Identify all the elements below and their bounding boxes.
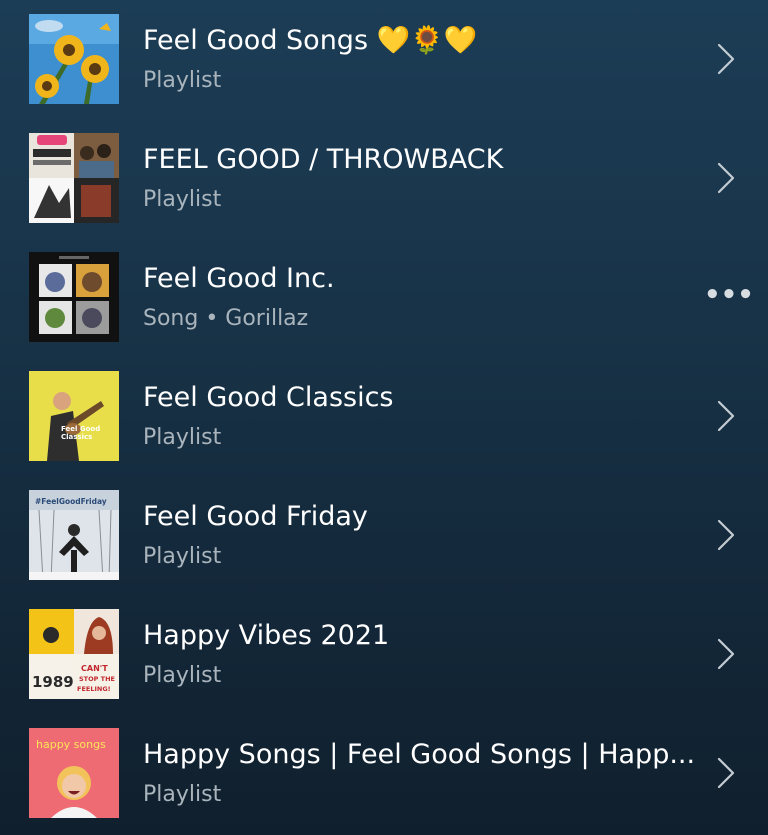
playlist-cover-image bbox=[29, 133, 119, 223]
result-title: Happy Vibes 2021 bbox=[143, 620, 390, 651]
playlist-cover-image: #FeelGoodFriday bbox=[29, 490, 119, 580]
playlist-cover-image: 1989 CAN'T STOP THE FEELING! bbox=[29, 609, 119, 699]
playlist-cover-image bbox=[29, 14, 119, 104]
playlist-cover-image: happy songs bbox=[29, 728, 119, 818]
svg-text:STOP THE: STOP THE bbox=[79, 675, 115, 683]
result-subtitle: Playlist bbox=[143, 68, 222, 93]
result-title: Feel Good Classics bbox=[143, 382, 394, 413]
result-row-feel-good-songs[interactable]: Feel Good Songs 💛🌻💛 Playlist bbox=[0, 0, 768, 118]
gorillaz-cover-art bbox=[29, 252, 119, 342]
cover-text-classics: Feel Good bbox=[61, 425, 100, 433]
result-row-feel-good-throwback[interactable]: FEEL GOOD / THROWBACK Playlist bbox=[0, 119, 768, 237]
playlist-cover-image: Feel Good Classics bbox=[29, 371, 119, 461]
result-subtitle: Playlist bbox=[143, 425, 222, 450]
chevron-right-icon[interactable] bbox=[712, 41, 740, 77]
classics-cover-art: Feel Good Classics bbox=[29, 371, 119, 461]
result-row-feel-good-inc[interactable]: Feel Good Inc. Song • Gorillaz ••• bbox=[0, 238, 768, 356]
happy-songs-cover-art: happy songs bbox=[29, 728, 119, 818]
result-title: Feel Good Inc. bbox=[143, 263, 335, 294]
chevron-right-icon[interactable] bbox=[712, 636, 740, 672]
result-title: Feel Good Songs 💛🌻💛 bbox=[143, 25, 478, 56]
sunflowers-cover-art bbox=[29, 14, 119, 104]
result-row-happy-vibes-2021[interactable]: 1989 CAN'T STOP THE FEELING! Happy Vibes… bbox=[0, 595, 768, 713]
result-title: Feel Good Friday bbox=[143, 501, 368, 532]
friday-cover-art: #FeelGoodFriday bbox=[29, 490, 119, 580]
search-results-list: Feel Good Songs 💛🌻💛 Playlist FEEL GOOD /… bbox=[0, 0, 768, 835]
result-subtitle: Playlist bbox=[143, 187, 222, 212]
song-cover-image bbox=[29, 252, 119, 342]
chevron-right-icon[interactable] bbox=[712, 755, 740, 791]
cover-text-happy-songs: happy songs bbox=[36, 738, 106, 751]
happy-vibes-cover-art: 1989 CAN'T STOP THE FEELING! bbox=[29, 609, 119, 699]
cover-text-friday: #FeelGoodFriday bbox=[35, 497, 107, 506]
result-subtitle: Song • Gorillaz bbox=[143, 306, 309, 331]
result-title: FEEL GOOD / THROWBACK bbox=[143, 144, 504, 175]
cover-text-cant-stop: CAN'T bbox=[81, 664, 108, 673]
chevron-right-icon[interactable] bbox=[712, 398, 740, 434]
result-subtitle: Playlist bbox=[143, 663, 222, 688]
result-subtitle: Playlist bbox=[143, 544, 222, 569]
svg-text:Classics: Classics bbox=[61, 433, 92, 441]
result-title: Happy Songs | Feel Good Songs | Happ... bbox=[143, 739, 696, 770]
collage-cover-art bbox=[29, 133, 119, 223]
result-subtitle: Playlist bbox=[143, 782, 222, 807]
chevron-right-icon[interactable] bbox=[712, 517, 740, 553]
result-row-happy-songs[interactable]: happy songs Happy Songs | Feel Good Song… bbox=[0, 714, 768, 832]
cover-text-1989: 1989 bbox=[32, 673, 74, 691]
result-row-feel-good-classics[interactable]: Feel Good Classics Feel Good Classics Pl… bbox=[0, 357, 768, 475]
result-row-feel-good-friday[interactable]: #FeelGoodFriday Feel Good Friday Playlis… bbox=[0, 476, 768, 594]
svg-text:FEELING!: FEELING! bbox=[77, 685, 111, 693]
chevron-right-icon[interactable] bbox=[712, 160, 740, 196]
more-options-icon[interactable]: ••• bbox=[704, 280, 754, 310]
